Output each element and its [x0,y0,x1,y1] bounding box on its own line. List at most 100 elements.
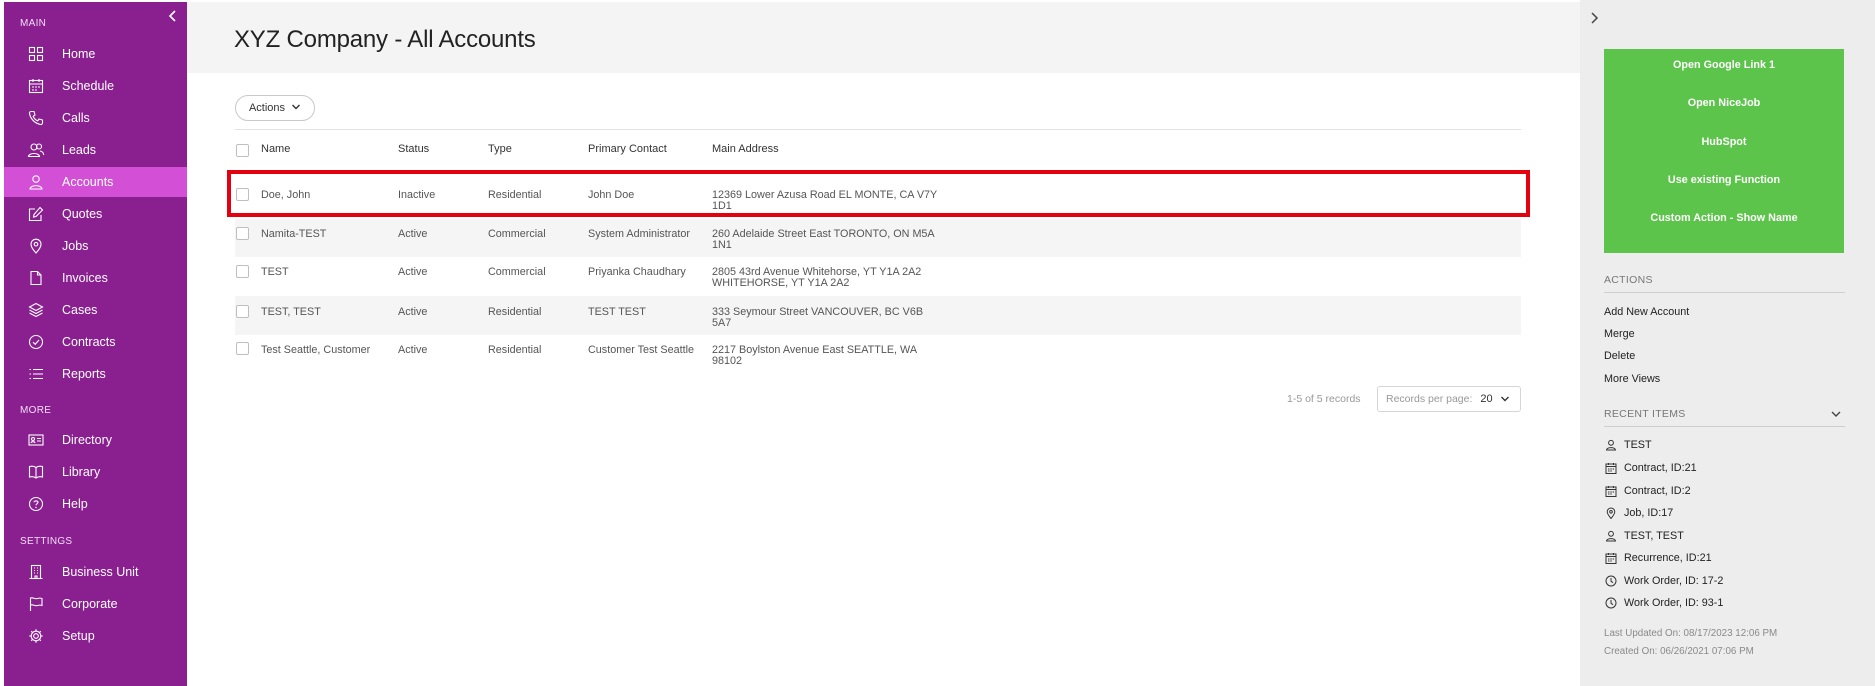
add-new-account-link[interactable]: Add New Account [1604,306,1689,318]
table-row[interactable]: Namita-TEST Active Commercial System Adm… [235,219,1521,257]
sidebar-item-label: Help [62,497,88,511]
sidebar-item-corporate[interactable]: Corporate [4,589,187,619]
sidebar-item-setup[interactable]: Setup [4,621,187,651]
collapse-panel-icon[interactable] [1586,10,1602,26]
building-icon [26,562,46,582]
user-icon [26,172,46,192]
column-header-name[interactable]: Name [261,143,290,155]
column-header-main-address[interactable]: Main Address [712,143,779,155]
sidebar-item-quotes[interactable]: Quotes [4,199,187,229]
row-checkbox[interactable] [236,265,249,278]
more-views-link[interactable]: More Views [1604,373,1660,385]
custom-link-nicejob[interactable]: Open NiceJob [1604,97,1844,109]
records-per-page-select[interactable]: Records per page: 20 [1377,386,1521,412]
clock-icon [1604,596,1618,610]
grid-icon [26,44,46,64]
sidebar-item-label: Invoices [62,271,108,285]
cell-name[interactable]: TEST [261,267,289,278]
custom-link-show-name[interactable]: Custom Action - Show Name [1604,212,1844,224]
collapse-sidebar-icon[interactable] [165,8,181,24]
recent-item-label: Contract, ID:21 [1624,462,1697,474]
row-checkbox[interactable] [236,342,249,355]
row-checkbox[interactable] [236,305,249,318]
location-pin-icon [26,236,46,256]
chevron-down-icon[interactable] [1830,407,1842,419]
table-row[interactable]: Test Seattle, Customer Active Residentia… [235,335,1521,374]
column-header-primary-contact[interactable]: Primary Contact [588,143,667,155]
cell-name[interactable]: Doe, John [261,190,310,201]
table-row[interactable]: TEST Active Commercial Priyanka Chaudhar… [235,257,1521,296]
column-header-type[interactable]: Type [488,143,512,155]
recent-item[interactable]: TEST [1604,438,1652,452]
address-line-1: 260 Adelaide Street East TORONTO, ON M5A [712,228,935,240]
row-checkbox[interactable] [236,227,249,240]
recent-item[interactable]: Work Order, ID: 93-1 [1604,596,1723,610]
sidebar-item-directory[interactable]: Directory [4,425,187,455]
sidebar-item-reports[interactable]: Reports [4,359,187,389]
sidebar-item-home[interactable]: Home [4,39,187,69]
recent-item[interactable]: Job, ID:17 [1604,506,1673,520]
cell-primary-contact[interactable]: Priyanka Chaudhary [588,267,686,278]
address-line-2: 1N1 [712,239,732,251]
cell-primary-contact[interactable]: John Doe [588,190,634,201]
recent-item[interactable]: Recurrence, ID:21 [1604,551,1712,565]
custom-link-hubspot[interactable]: HubSpot [1604,136,1844,148]
cell-name[interactable]: Namita-TEST [261,229,326,240]
sidebar-item-label: Reports [62,367,106,381]
actions-dropdown-button[interactable]: Actions [235,95,315,121]
recent-item[interactable]: TEST, TEST [1604,529,1684,543]
cell-status: Active [398,306,428,318]
address-line-2: 98102 [712,355,743,367]
sidebar-item-cases[interactable]: Cases [4,295,187,325]
recent-item-label: Job, ID:17 [1624,507,1674,519]
cell-primary-contact[interactable]: System Administrator [588,229,690,240]
edit-icon [26,204,46,224]
cell-main-address: 260 Adelaide Street East TORONTO, ON M5A… [712,229,952,251]
sidebar-item-label: Setup [62,629,95,643]
cell-name[interactable]: Test Seattle, Customer [261,345,370,356]
cell-primary-contact[interactable]: TEST TEST [588,307,646,318]
cell-primary-contact[interactable]: Customer Test Seattle [588,345,694,356]
page-title: XYZ Company - All Accounts [234,26,536,53]
records-per-page-value: 20 [1480,393,1493,405]
user-icon [1604,529,1618,543]
delete-link[interactable]: Delete [1604,350,1635,362]
select-all-checkbox[interactable] [236,144,249,157]
calendar-icon [1604,484,1618,498]
sidebar-item-library[interactable]: Library [4,457,187,487]
divider [235,129,1521,130]
location-pin-icon [1604,506,1618,520]
sidebar-item-invoices[interactable]: Invoices [4,263,187,293]
sidebar-item-label: Leads [62,143,97,157]
recent-item[interactable]: Work Order, ID: 17-2 [1604,574,1723,588]
sidebar-item-label: Business Unit [62,565,139,579]
sidebar-item-jobs[interactable]: Jobs [4,231,187,261]
recent-item[interactable]: Contract, ID:21 [1604,461,1697,475]
address-line-2: 5A7 [712,317,732,329]
cell-name[interactable]: TEST, TEST [261,307,321,318]
custom-link-google[interactable]: Open Google Link 1 [1604,59,1844,71]
sidebar-item-calls[interactable]: Calls [4,103,187,133]
cell-main-address: 12369 Lower Azusa Road EL MONTE, CA V7Y … [712,190,952,212]
table-row[interactable]: TEST, TEST Active Residential TEST TEST … [235,296,1521,335]
sidebar: MAIN Home Schedule Calls Leads Accounts … [4,2,187,686]
sidebar-item-label: Accounts [62,175,114,189]
sidebar-item-contracts[interactable]: Contracts [4,327,187,357]
sidebar-item-schedule[interactable]: Schedule [4,71,187,101]
actions-label: Actions [248,102,286,114]
recent-item-label: TEST [1624,439,1652,451]
check-circle-icon [26,332,46,352]
merge-link[interactable]: Merge [1604,328,1635,340]
sidebar-item-help[interactable]: Help [4,489,187,519]
table-row[interactable]: Doe, John Inactive Residential John Doe … [235,176,1521,213]
custom-link-existing-function[interactable]: Use existing Function [1604,174,1844,186]
row-checkbox[interactable] [236,188,249,201]
sidebar-item-business-unit[interactable]: Business Unit [4,557,187,587]
sidebar-item-accounts[interactable]: Accounts [4,167,187,197]
recent-item[interactable]: Contract, ID:2 [1604,484,1691,498]
sidebar-item-label: Library [62,465,101,479]
sidebar-item-leads[interactable]: Leads [4,135,187,165]
column-header-status[interactable]: Status [398,143,429,155]
recent-items-section-title: RECENT ITEMS [1604,408,1686,420]
sidebar-item-label: Contracts [62,335,116,349]
